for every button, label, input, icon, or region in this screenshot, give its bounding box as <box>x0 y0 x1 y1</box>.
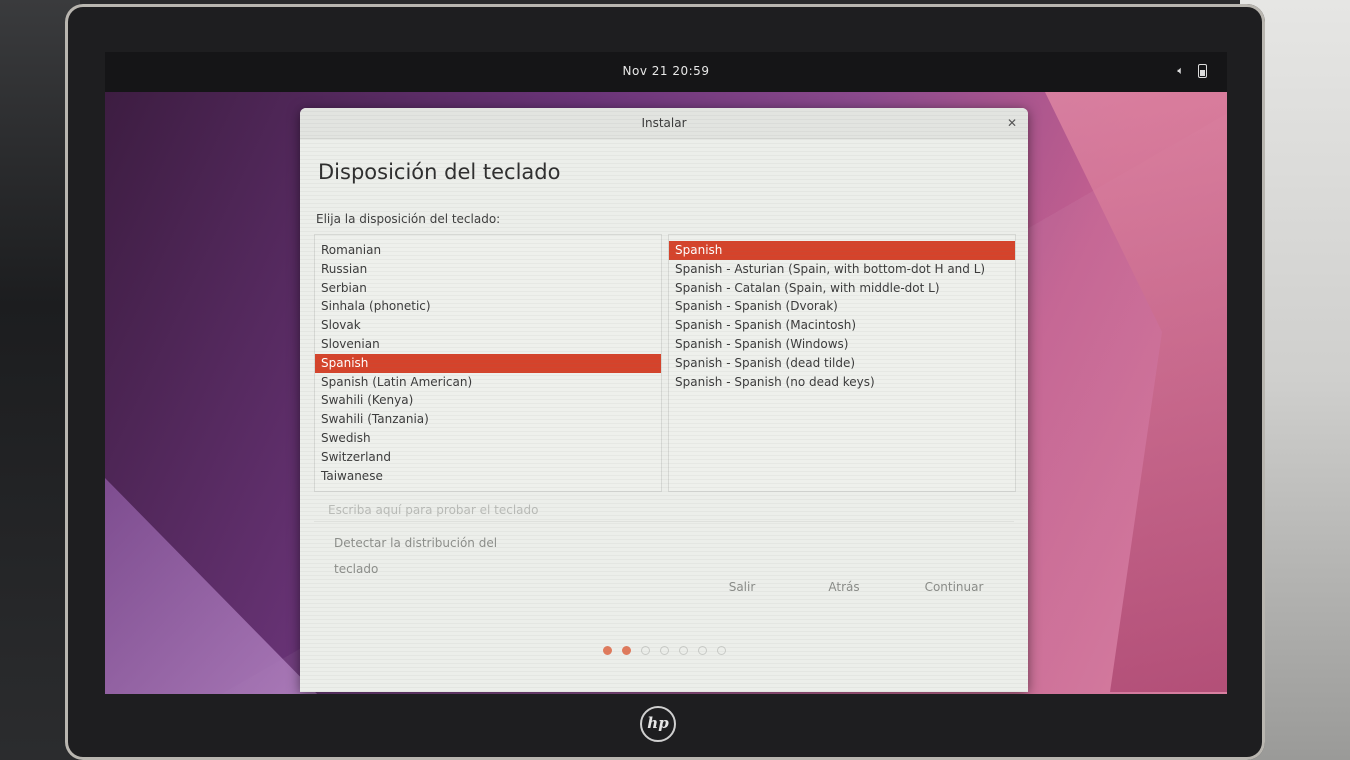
variant-list-item[interactable]: Spanish - Catalan (Spain, with middle-do… <box>669 279 1015 298</box>
keyboard-test-input[interactable]: Escriba aquí para probar el teclado <box>314 498 1014 522</box>
layout-list-item[interactable]: Taiwanese <box>315 467 661 486</box>
layout-list-item[interactable]: Spanish <box>315 353 661 373</box>
progress-dot <box>659 646 669 655</box>
layout-prompt-label: Elija la disposición del teclado: <box>316 212 501 226</box>
progress-dot <box>697 646 707 655</box>
layout-list-item[interactable]: Switzerland <box>315 448 661 467</box>
wallpaper-facet <box>105 478 325 694</box>
layout-list-item[interactable]: Swedish <box>315 429 661 448</box>
layout-list-item[interactable]: Romanian <box>315 241 661 260</box>
layout-list-item[interactable]: Serbian <box>315 279 661 298</box>
layout-items: Romanian Russian Serbian Sinhala (phonetic)… <box>315 241 661 485</box>
window-titlebar: Instalar ✕ <box>300 108 1028 139</box>
page-title: Disposición del teclado <box>318 160 561 184</box>
variant-list-item[interactable]: Spanish - Asturian (Spain, with bottom-d… <box>669 260 1015 279</box>
layout-list-item[interactable]: Spanish (Latin American) <box>315 373 661 392</box>
progress-dot <box>678 646 688 655</box>
clock[interactable]: Nov 21 20:59 <box>105 64 1227 78</box>
keyboard-variant-list[interactable]: Spanish Spanish - Asturian (Spain, with b… <box>668 234 1016 492</box>
variant-list-item[interactable]: Spanish - Spanish (Windows) <box>669 335 1015 354</box>
system-tray[interactable]: 🔈︎ <box>1177 64 1207 78</box>
progress-dot <box>621 646 631 655</box>
keyboard-layout-list[interactable]: Romanian Russian Serbian Sinhala (phonetic)… <box>314 234 662 492</box>
desktop-screen: Nov 21 20:59 🔈︎ Instalar ✕ Disposición d… <box>105 52 1227 694</box>
layout-list-item[interactable]: Swahili (Tanzania) <box>315 410 661 429</box>
detect-layout-button[interactable]: Detectar la distribución del teclado <box>322 530 544 576</box>
variant-list-item[interactable]: Spanish - Spanish (Macintosh) <box>669 316 1015 335</box>
variant-list-item[interactable]: Spanish - Spanish (Dvorak) <box>669 297 1015 316</box>
laptop-frame: Nov 21 20:59 🔈︎ Instalar ✕ Disposición d… <box>65 4 1265 760</box>
window-title: Instalar <box>641 116 687 130</box>
quit-button[interactable]: Salir <box>710 574 774 600</box>
layout-list-item[interactable]: Slovenian <box>315 335 661 354</box>
variant-items: Spanish Spanish - Asturian (Spain, with b… <box>669 241 1015 391</box>
variant-list-item[interactable]: Spanish - Spanish (dead tilde) <box>669 354 1015 373</box>
variant-list-item[interactable]: Spanish <box>669 241 1015 260</box>
layout-list-item[interactable]: Russian <box>315 260 661 279</box>
layout-list-item[interactable]: Swahili (Kenya) <box>315 391 661 410</box>
install-progress-dots <box>300 646 1028 655</box>
battery-icon[interactable] <box>1198 64 1207 78</box>
hp-logo: hp <box>640 706 676 742</box>
layout-list-item[interactable]: Sinhala (phonetic) <box>315 297 661 316</box>
back-button[interactable]: Atrás <box>812 574 876 600</box>
close-icon[interactable]: ✕ <box>1004 115 1020 131</box>
installer-window: Instalar ✕ Disposición del teclado Elija… <box>300 108 1028 692</box>
top-bar: Nov 21 20:59 🔈︎ <box>105 52 1227 92</box>
variant-list-item[interactable]: Spanish - Spanish (no dead keys) <box>669 373 1015 392</box>
continue-button[interactable]: Continuar <box>904 574 1004 600</box>
speaker-icon[interactable]: 🔈︎ <box>1177 64 1184 78</box>
progress-dot <box>602 646 612 655</box>
progress-dot <box>716 646 726 655</box>
progress-dot <box>640 646 650 655</box>
layout-list-item[interactable]: Slovak <box>315 316 661 335</box>
